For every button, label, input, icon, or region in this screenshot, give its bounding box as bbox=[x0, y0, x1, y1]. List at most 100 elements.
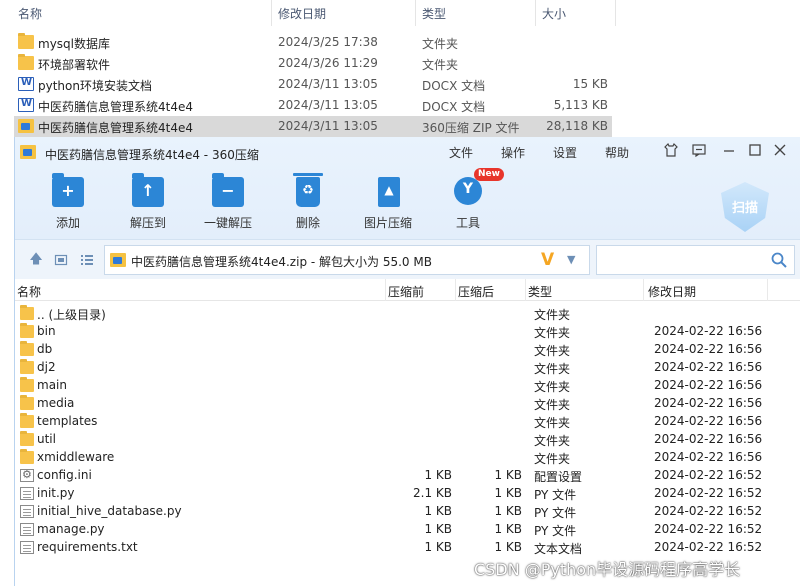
col-type[interactable]: 类型 bbox=[528, 283, 552, 300]
zip-window: 中医药膳信息管理系统4t4e4 - 360压缩 文件 操作 设置 帮助 + 添加… bbox=[14, 137, 800, 586]
one-click-extract-label: 一键解压 bbox=[203, 216, 252, 230]
column-divider[interactable] bbox=[415, 0, 416, 26]
up-arrow-icon[interactable]: 🡅 bbox=[29, 253, 43, 267]
column-divider[interactable] bbox=[385, 279, 386, 301]
col-date[interactable]: 修改日期 bbox=[648, 283, 696, 300]
archive-row[interactable]: dj2 文件夹 2024-02-22 16:56 bbox=[15, 359, 800, 377]
extract-to-button[interactable]: ↑ 解压到 bbox=[108, 173, 188, 233]
archive-row-uncompressed-size: 1 KB bbox=[494, 522, 522, 536]
archive-row-name: templates bbox=[37, 414, 98, 428]
archive-row-name: manage.py bbox=[37, 522, 105, 536]
col-compressed[interactable]: 压缩前 bbox=[388, 283, 424, 300]
archive-row-date: 2024-02-22 16:56 bbox=[654, 432, 763, 446]
tools-button[interactable]: Y 工具 bbox=[428, 175, 508, 233]
word-doc-icon bbox=[18, 98, 34, 112]
explorer-row-size: 28,118 KB bbox=[546, 119, 608, 133]
list-view-icon[interactable] bbox=[80, 253, 94, 267]
chevron-down-icon[interactable]: ▼ bbox=[567, 253, 575, 266]
folder-icon bbox=[20, 377, 34, 392]
archive-row[interactable]: media 文件夹 2024-02-22 16:56 bbox=[15, 395, 800, 413]
explorer-column-header: ^ 名称 修改日期 类型 大小 bbox=[0, 0, 616, 26]
maximize-icon[interactable] bbox=[745, 142, 765, 162]
col-uncompressed[interactable]: 压缩后 bbox=[458, 283, 494, 300]
archive-row[interactable]: bin 文件夹 2024-02-22 16:56 bbox=[15, 323, 800, 341]
delete-button[interactable]: ♻ 删除 bbox=[268, 173, 348, 233]
column-divider[interactable] bbox=[525, 279, 526, 301]
archive-row[interactable]: initial_hive_database.py 1 KB 1 KB PY 文件 202… bbox=[15, 503, 800, 521]
archive-row[interactable]: templates 文件夹 2024-02-22 16:56 bbox=[15, 413, 800, 431]
explorer-row-name: 环境部署软件 bbox=[38, 58, 111, 72]
close-icon[interactable] bbox=[770, 142, 790, 162]
thumbnail-view-icon[interactable] bbox=[54, 253, 68, 267]
explorer-row[interactable]: 中医药膳信息管理系统4t4e4 2024/3/11 13:05 DOCX 文档 … bbox=[14, 95, 612, 116]
menu-file[interactable]: 文件 bbox=[449, 144, 473, 161]
image-compress-button[interactable]: ▲ 图片压缩 bbox=[348, 175, 428, 233]
explorer-col-name[interactable]: 名称 bbox=[18, 5, 42, 22]
zip-icon bbox=[18, 119, 34, 133]
folder-icon bbox=[20, 341, 34, 356]
explorer-row-date: 2024/3/11 13:05 bbox=[278, 98, 378, 112]
explorer-row-name: 中医药膳信息管理系统4t4e4 bbox=[38, 121, 193, 135]
archive-row-date: 2024-02-22 16:56 bbox=[654, 324, 763, 338]
explorer-row-type: 文件夹 bbox=[422, 37, 459, 51]
archive-row[interactable]: requirements.txt 1 KB 1 KB 文本文档 2024-02-22 1… bbox=[15, 539, 800, 557]
archive-row[interactable]: util 文件夹 2024-02-22 16:56 bbox=[15, 431, 800, 449]
column-divider[interactable] bbox=[643, 279, 644, 301]
archive-row[interactable]: manage.py 1 KB 1 KB PY 文件 2024-02-22 16:52 bbox=[15, 521, 800, 539]
skin-icon[interactable] bbox=[661, 142, 681, 162]
explorer-col-size[interactable]: 大小 bbox=[542, 5, 566, 22]
explorer-row-date: 2024/3/11 13:05 bbox=[278, 77, 378, 91]
archive-row[interactable]: .. (上级目录) 文件夹 bbox=[15, 305, 800, 323]
column-divider[interactable] bbox=[535, 0, 536, 26]
archive-row[interactable]: xmiddleware 文件夹 2024-02-22 16:56 bbox=[15, 449, 800, 467]
search-input[interactable] bbox=[596, 245, 795, 275]
archive-row[interactable]: db 文件夹 2024-02-22 16:56 bbox=[15, 341, 800, 359]
vertical-scrollbar[interactable] bbox=[786, 301, 800, 565]
folder-icon bbox=[18, 33, 34, 49]
archive-row-compressed-size: 1 KB bbox=[424, 504, 452, 518]
archive-column-header: 名称 压缩前 压缩后 类型 修改日期 bbox=[15, 279, 800, 301]
archive-row-date: 2024-02-22 16:56 bbox=[654, 450, 763, 464]
search-icon[interactable] bbox=[770, 251, 788, 269]
explorer-row[interactable]: python环境安装文档 2024/3/11 13:05 DOCX 文档 15 … bbox=[14, 74, 612, 95]
explorer-row[interactable]: 环境部署软件 2024/3/26 11:29 文件夹 bbox=[14, 53, 612, 74]
one-click-extract-button[interactable]: − 一键解压 bbox=[188, 173, 268, 233]
archive-row[interactable]: config.ini 1 KB 1 KB 配置设置 2024-02-22 16:52 bbox=[15, 467, 800, 485]
archive-row-name: bin bbox=[37, 324, 56, 338]
explorer-col-date[interactable]: 修改日期 bbox=[278, 5, 326, 22]
column-divider[interactable] bbox=[767, 279, 768, 301]
archive-row-uncompressed-size: 1 KB bbox=[494, 504, 522, 518]
column-divider[interactable] bbox=[271, 0, 272, 26]
archive-row-name: requirements.txt bbox=[37, 540, 138, 554]
archive-row-name: xmiddleware bbox=[37, 450, 115, 464]
title-bar[interactable]: 中医药膳信息管理系统4t4e4 - 360压缩 文件 操作 设置 帮助 + 添加… bbox=[15, 137, 800, 239]
image-compress-label: 图片压缩 bbox=[363, 216, 412, 230]
column-divider[interactable] bbox=[615, 0, 616, 26]
menu-help[interactable]: 帮助 bbox=[605, 144, 629, 161]
path-field[interactable]: 中医药膳信息管理系统4t4e4.zip - 解包大小为 55.0 MB V ▼ bbox=[104, 245, 590, 275]
archive-row[interactable]: main 文件夹 2024-02-22 16:56 bbox=[15, 377, 800, 395]
extract-folder-icon: ↑ bbox=[132, 173, 164, 207]
archive-row-compressed-size: 1 KB bbox=[424, 540, 452, 554]
folder-icon bbox=[20, 395, 34, 410]
menu-settings[interactable]: 设置 bbox=[553, 144, 577, 161]
explorer-row-selected[interactable]: 中医药膳信息管理系统4t4e4 2024/3/11 13:05 360压缩 ZI… bbox=[14, 116, 612, 137]
file-explorer-list: ^ 名称 修改日期 类型 大小 mysql数据库 2024/3/25 17:38… bbox=[0, 0, 800, 137]
explorer-row[interactable]: mysql数据库 2024/3/25 17:38 文件夹 bbox=[14, 32, 612, 53]
explorer-col-type[interactable]: 类型 bbox=[422, 5, 446, 22]
archive-row-date: 2024-02-22 16:56 bbox=[654, 360, 763, 374]
column-divider[interactable] bbox=[455, 279, 456, 301]
feedback-icon[interactable] bbox=[689, 142, 709, 162]
scan-button[interactable]: 扫描 bbox=[721, 182, 769, 232]
col-name[interactable]: 名称 bbox=[17, 283, 41, 300]
archive-row[interactable]: init.py 2.1 KB 1 KB PY 文件 2024-02-22 16:52 bbox=[15, 485, 800, 503]
add-button[interactable]: + 添加 bbox=[28, 173, 108, 233]
zip-app-icon bbox=[20, 145, 36, 159]
explorer-row-date: 2024/3/26 11:29 bbox=[278, 56, 378, 70]
explorer-row-size: 15 KB bbox=[572, 77, 608, 91]
menu-operate[interactable]: 操作 bbox=[501, 144, 525, 161]
add-folder-icon: + bbox=[52, 173, 84, 207]
minimize-icon[interactable] bbox=[719, 142, 739, 162]
v-logo-icon[interactable]: V bbox=[541, 250, 554, 270]
folder-icon bbox=[20, 449, 34, 464]
